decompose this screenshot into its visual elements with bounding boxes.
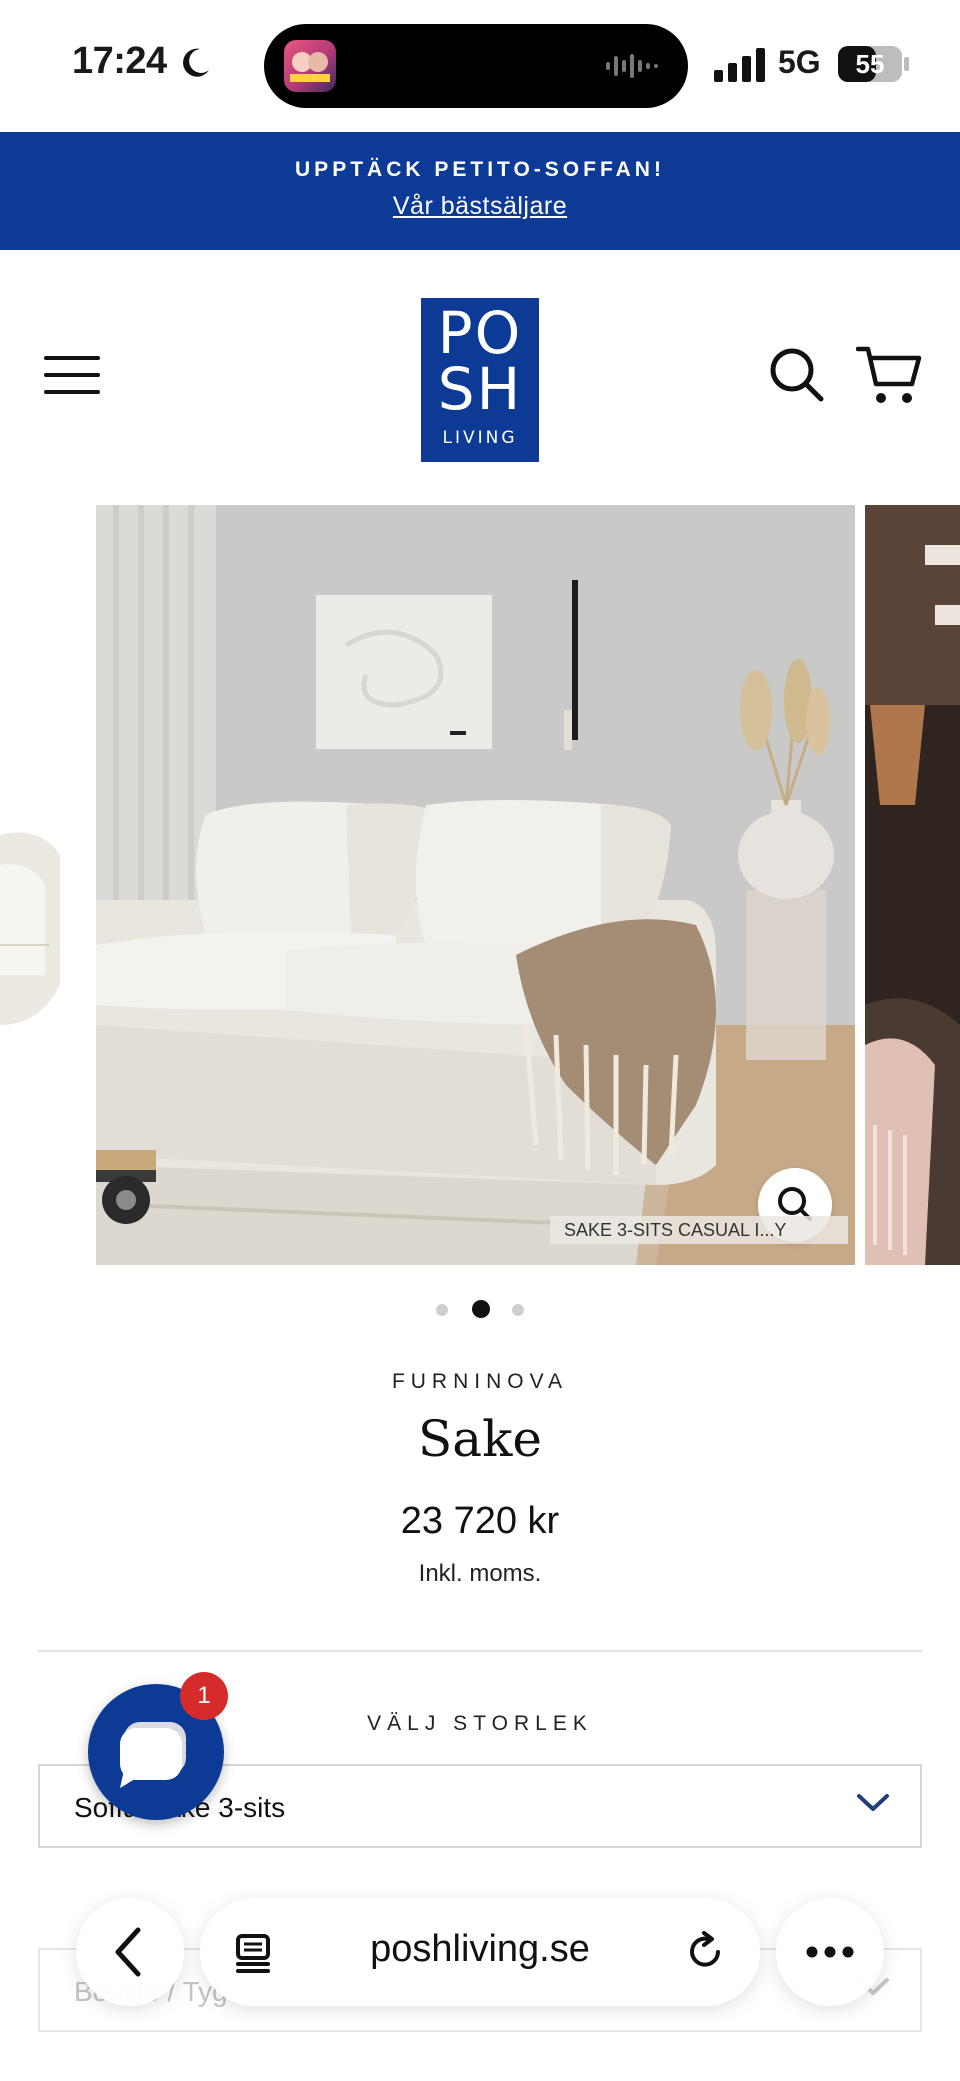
posh-living-logo[interactable]: PO SH LIVING <box>421 298 539 462</box>
chat-notification-badge: 1 <box>180 1672 228 1720</box>
pagination-dot[interactable] <box>436 1304 448 1316</box>
pagination-dot-active[interactable] <box>472 1300 490 1318</box>
logo-text: LIVING <box>442 428 518 448</box>
gallery-pagination[interactable] <box>432 1300 532 1320</box>
moon-icon <box>183 48 209 77</box>
gallery-slide-previous[interactable] <box>0 505 86 1265</box>
status-bar: 17:24 5G 55 <box>0 0 960 132</box>
logo-text: SH <box>437 355 523 423</box>
network-type: 5G <box>778 44 821 80</box>
browser-more-button[interactable] <box>776 1898 884 2006</box>
gallery-slide-active[interactable] <box>96 505 855 1265</box>
audio-wave-icon <box>606 54 658 78</box>
announcement-link[interactable]: Vår bästsäljare <box>0 192 960 221</box>
search-icon[interactable] <box>768 346 824 402</box>
more-icon <box>806 1946 854 1958</box>
browser-url-text[interactable]: poshliving.se <box>200 1928 760 1971</box>
chevron-down-icon <box>857 1794 889 1811</box>
status-time: 17:24 <box>72 40 167 82</box>
cart-icon[interactable] <box>856 344 922 406</box>
product-title: Sake <box>418 1410 542 1468</box>
back-icon <box>115 1927 141 1977</box>
battery-icon: 55 <box>838 46 909 82</box>
reload-icon[interactable] <box>684 1930 728 1974</box>
image-caption: SAKE 3-SITS CASUAL I...Y <box>550 1216 848 1244</box>
divider <box>38 1650 922 1652</box>
menu-icon-bar <box>44 390 100 394</box>
tax-note: Inkl. moms. <box>418 1560 542 1587</box>
product-vendor[interactable]: FURNINOVA <box>0 1370 960 1394</box>
browser-address-bar[interactable]: poshliving.se <box>200 1898 760 2006</box>
signal-icon <box>714 48 765 82</box>
logo-text: PO <box>437 299 523 367</box>
announcement-bar: UPPTÄCK PETITO-SOFFAN! Vår bästsäljare <box>0 132 960 250</box>
browser-back-button[interactable] <box>76 1898 184 2006</box>
menu-icon-bar <box>44 356 100 360</box>
menu-icon-bar <box>44 373 100 377</box>
battery-level: 55 <box>856 49 885 79</box>
gallery-slide-next[interactable] <box>865 505 960 1265</box>
product-price: 23 720 kr <box>400 1500 560 1542</box>
menu-button[interactable] <box>44 352 100 398</box>
pagination-dot[interactable] <box>512 1304 524 1316</box>
product-gallery[interactable] <box>0 505 960 1265</box>
site-header: PO SH LIVING <box>0 250 960 500</box>
dynamic-island[interactable] <box>264 24 688 108</box>
now-playing-artwork <box>284 40 336 92</box>
sofa-product-image <box>96 505 855 1265</box>
announcement-title: UPPTÄCK PETITO-SOFFAN! <box>295 158 665 181</box>
